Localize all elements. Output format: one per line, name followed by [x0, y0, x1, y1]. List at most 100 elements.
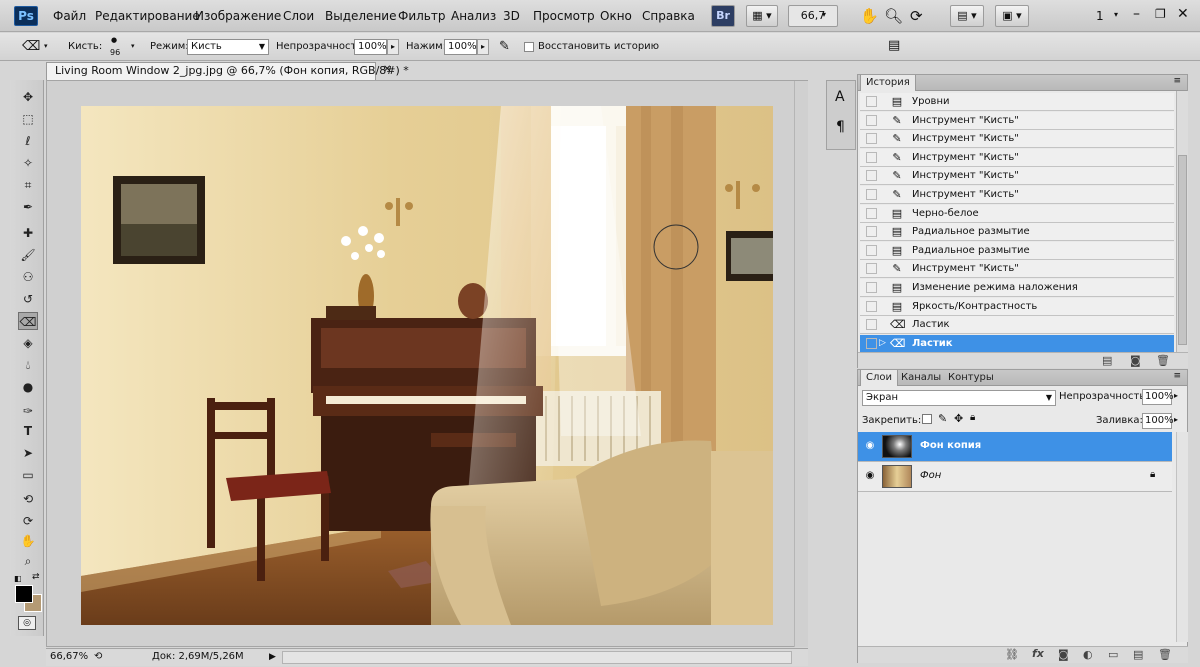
- layer-row[interactable]: ◉ Фон копия: [858, 432, 1172, 462]
- menu-window[interactable]: Окно: [600, 9, 632, 23]
- brush-tip-icon[interactable]: ●: [111, 36, 117, 44]
- new-layer-icon[interactable]: ▤: [1133, 648, 1143, 661]
- 3d-rotate-tool-icon[interactable]: ⟲: [18, 490, 38, 508]
- tab-paths[interactable]: Контуры: [943, 370, 999, 386]
- history-source-checkbox[interactable]: [866, 133, 877, 145]
- history-state[interactable]: ✎ Инструмент "Кисть": [860, 148, 1174, 167]
- tab-history[interactable]: История: [860, 75, 916, 91]
- dodge-tool-icon[interactable]: ●: [18, 378, 38, 396]
- menu-view[interactable]: Просмотр: [533, 9, 595, 23]
- hand-tool-icon[interactable]: ✋: [18, 532, 38, 550]
- fill-arrow-icon[interactable]: ▸: [1174, 415, 1178, 424]
- zoom-tool-icon[interactable]: ⌕: [18, 552, 38, 570]
- tab-channels[interactable]: Каналы: [896, 370, 946, 386]
- marquee-tool-icon[interactable]: ⬚: [18, 110, 38, 128]
- foreground-color-swatch[interactable]: [15, 585, 33, 603]
- history-current-state-marker-icon[interactable]: ▷: [879, 335, 886, 352]
- layer-style-icon[interactable]: fx: [1032, 647, 1044, 660]
- workspace-chevron-icon[interactable]: ▾: [1114, 10, 1118, 19]
- history-source-checkbox[interactable]: [866, 319, 877, 331]
- close-document-icon[interactable]: ✕: [383, 64, 391, 75]
- opacity-slider-button[interactable]: ▸: [387, 39, 399, 55]
- layer-opacity-arrow-icon[interactable]: ▸: [1174, 391, 1178, 400]
- hand-icon[interactable]: ✋: [860, 7, 879, 25]
- swap-colors-icon[interactable]: ⇄: [32, 572, 40, 582]
- flow-slider-button[interactable]: ▸: [477, 39, 489, 55]
- history-state[interactable]: ✎ Инструмент "Кисть": [860, 130, 1174, 149]
- blend-mode-select[interactable]: Экран ▼: [862, 390, 1056, 406]
- clone-stamp-tool-icon[interactable]: ⚇: [18, 268, 38, 286]
- history-state[interactable]: ✎ Инструмент "Кисть": [860, 111, 1174, 130]
- shape-tool-icon[interactable]: ▭: [18, 466, 38, 484]
- panel-menu-icon[interactable]: ≡: [1173, 76, 1181, 86]
- status-menu-arrow-icon[interactable]: ▶: [269, 649, 276, 665]
- history-source-checkbox[interactable]: [866, 337, 877, 349]
- workspace-number[interactable]: 1: [1096, 9, 1104, 23]
- image-canvas[interactable]: [81, 106, 773, 625]
- status-info-icon[interactable]: ⟲: [94, 649, 102, 665]
- adjustment-layer-icon[interactable]: ◐: [1083, 648, 1093, 661]
- brush-tool-icon[interactable]: 🖌︎: [18, 246, 38, 264]
- restore-history-checkbox[interactable]: [524, 42, 534, 52]
- history-state[interactable]: ▤ Яркость/Контрастность: [860, 297, 1174, 316]
- horizontal-scrollbar[interactable]: [282, 651, 792, 664]
- history-source-checkbox[interactable]: [866, 189, 877, 200]
- crop-tool-icon[interactable]: ⌗: [18, 176, 38, 194]
- history-source-checkbox[interactable]: [866, 114, 877, 126]
- history-brush-tool-icon[interactable]: ↺: [18, 290, 38, 308]
- minimize-icon[interactable]: –: [1133, 6, 1140, 22]
- history-source-checkbox[interactable]: [866, 226, 877, 238]
- brush-chevron-icon[interactable]: ▾: [131, 42, 135, 50]
- new-snapshot-icon[interactable]: ◙: [1130, 354, 1141, 367]
- screen-mode-button[interactable]: ▣ ▾: [995, 5, 1029, 27]
- eraser-tool-icon[interactable]: ⌫: [18, 312, 38, 330]
- layer-row[interactable]: ◉ Фон 🔒︎: [858, 462, 1172, 492]
- menu-layers[interactable]: Слои: [283, 9, 314, 23]
- delete-layer-icon[interactable]: 🗑︎: [1158, 648, 1172, 661]
- flow-input[interactable]: 100%: [444, 39, 477, 55]
- layer-name[interactable]: Фон копия: [920, 440, 981, 451]
- bridge-button[interactable]: Br: [711, 5, 735, 27]
- type-tool-icon[interactable]: T: [18, 422, 38, 440]
- mode-select[interactable]: Кисть ▼: [187, 39, 269, 55]
- menu-file[interactable]: Файл: [53, 9, 86, 23]
- quick-select-tool-icon[interactable]: ✧: [18, 154, 38, 172]
- restore-icon[interactable]: ❐: [1155, 7, 1166, 21]
- history-state[interactable]: ▷ ⌫ Ластик: [860, 334, 1174, 353]
- delete-state-icon[interactable]: 🗑︎: [1156, 354, 1170, 367]
- history-scroll-thumb[interactable]: [1178, 155, 1187, 345]
- zoom-level-field[interactable]: 66,7: [788, 5, 838, 27]
- history-state[interactable]: ✎ Инструмент "Кисть": [860, 186, 1174, 204]
- new-document-from-state-icon[interactable]: ▤: [1102, 354, 1112, 367]
- history-source-checkbox[interactable]: [866, 244, 877, 256]
- chevron-down-icon[interactable]: ▾: [822, 10, 826, 19]
- view-extras-button[interactable]: ▦ ▾: [746, 5, 778, 27]
- 3d-orbit-tool-icon[interactable]: ⟳: [18, 512, 38, 530]
- lock-position-icon[interactable]: ✥: [954, 412, 963, 425]
- layers-scrollbar[interactable]: [1176, 432, 1188, 642]
- paint-bucket-tool-icon[interactable]: ◈: [18, 334, 38, 352]
- menu-edit[interactable]: Редактирование: [95, 9, 200, 23]
- paragraph-panel-icon[interactable]: ¶: [836, 119, 845, 135]
- add-mask-icon[interactable]: ◙: [1058, 648, 1069, 661]
- fill-input[interactable]: 100%: [1142, 413, 1174, 429]
- arrange-documents-button[interactable]: ▤ ▾: [950, 5, 984, 27]
- history-state[interactable]: ▤ Радиальное размытие: [860, 223, 1174, 242]
- menu-filter[interactable]: Фильтр: [398, 9, 445, 23]
- pen-tool-icon[interactable]: ✑: [18, 402, 38, 420]
- airbrush-icon[interactable]: ✎: [499, 39, 510, 54]
- zoom-icon[interactable]: 🔍︎: [884, 7, 903, 25]
- default-colors-icon[interactable]: ◧: [14, 574, 22, 583]
- path-select-tool-icon[interactable]: ➤: [18, 444, 38, 462]
- move-tool-icon[interactable]: ✥: [18, 88, 38, 106]
- layer-visibility-eye-icon[interactable]: ◉: [864, 470, 876, 482]
- history-source-checkbox[interactable]: [866, 151, 877, 163]
- lock-transparency-icon[interactable]: [922, 414, 932, 424]
- history-state[interactable]: ▤ Черно-белое: [860, 204, 1174, 223]
- eyedropper-tool-icon[interactable]: ✒: [18, 198, 38, 216]
- history-state[interactable]: ▤ Изменение режима наложения: [860, 279, 1174, 297]
- lock-all-icon[interactable]: 🔒︎: [970, 412, 975, 423]
- preset-chevron-icon[interactable]: ▾: [44, 42, 48, 50]
- new-group-icon[interactable]: ▭: [1108, 648, 1118, 661]
- eraser-tool-preset-icon[interactable]: ⌫: [22, 39, 40, 54]
